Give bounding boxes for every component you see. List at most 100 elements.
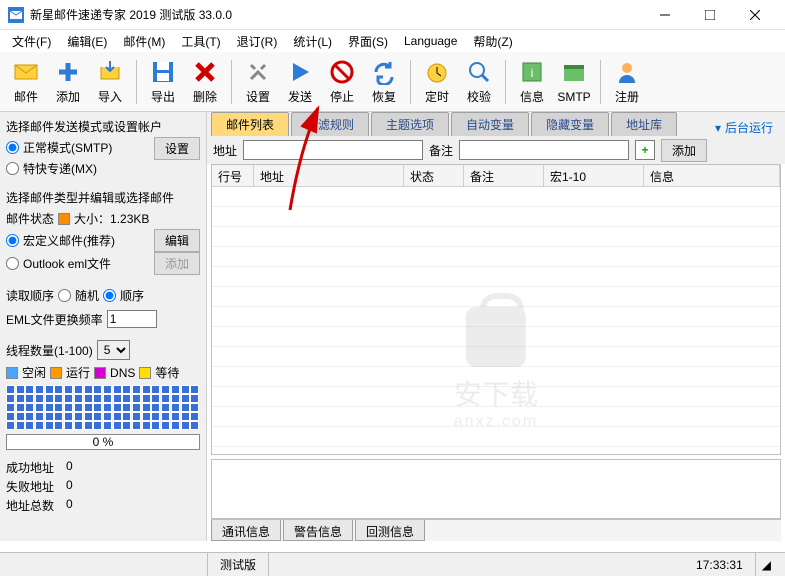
menu-lang[interactable]: Language [396,32,465,50]
log-tab-warn[interactable]: 警告信息 [283,520,353,541]
tool-add[interactable]: 添加 [48,55,88,109]
waiting-color [139,367,151,379]
radio-sequential[interactable] [103,289,116,302]
tool-export[interactable]: 导出 [143,55,183,109]
svg-text:i: i [531,66,534,80]
col-row[interactable]: 行号 [212,165,254,186]
tool-info[interactable]: i信息 [512,55,552,109]
add-address-button[interactable]: 添加 [661,139,707,162]
success-count: 0 [66,459,73,476]
menu-stat[interactable]: 统计(L) [285,31,340,52]
col-addr[interactable]: 地址 [254,165,404,186]
tool-verify[interactable]: 校验 [459,55,499,109]
delete-icon [191,58,219,86]
tab-hidden-var[interactable]: 隐藏变量 [531,112,609,136]
left-panel: 选择邮件发送模式或设置帐户 正常模式(SMTP) 特快专递(MX) 设置 选择邮… [0,112,207,541]
col-macro[interactable]: 宏1-10 [544,165,644,186]
log-tab-reply[interactable]: 回测信息 [355,520,425,541]
tab-subject[interactable]: 主题选项 [371,112,449,136]
status-time: 17:33:31 [684,553,756,576]
idle-color [6,367,18,379]
separator [505,60,506,104]
tab-auto-var[interactable]: 自动变量 [451,112,529,136]
menubar: 文件(F) 编辑(E) 邮件(M) 工具(T) 退订(R) 统计(L) 界面(S… [0,30,785,52]
window-title: 新星邮件速递专家 2019 测试版 33.0.0 [30,6,642,23]
toolbar: 邮件 添加 导入 导出 删除 设置 发送 停止 恢复 定时 校验 i信息 SMT… [0,52,785,112]
separator [136,60,137,104]
status-color-box [58,213,70,225]
separator [231,60,232,104]
main-area: 选择邮件发送模式或设置帐户 正常模式(SMTP) 特快专递(MX) 设置 选择邮… [0,112,785,541]
col-note[interactable]: 备注 [464,165,544,186]
settings-icon [244,58,272,86]
tool-settings[interactable]: 设置 [238,55,278,109]
edit-mail-button[interactable]: 编辑 [154,229,200,252]
background-run-link[interactable]: ▾后台运行 [707,119,781,136]
tool-register[interactable]: 注册 [607,55,647,109]
radio-macro-mail[interactable] [6,234,19,247]
add-inline-button[interactable]: + [635,140,655,160]
tab-mail-list[interactable]: 邮件列表 [211,112,289,136]
tabs-row: 邮件列表 过滤规则 主题选项 自动变量 隐藏变量 地址库 ▾后台运行 [207,112,785,136]
thread-count-select[interactable]: 5 [97,340,130,360]
col-info[interactable]: 信息 [644,165,780,186]
clock-icon [423,58,451,86]
mail-icon [12,58,40,86]
status-left [8,553,208,576]
total-count: 0 [66,497,73,514]
statusbar: 测试版 17:33:31 ◢ [0,552,785,576]
refresh-icon [370,58,398,86]
note-input[interactable] [459,140,629,160]
type-section-title: 选择邮件类型并编辑或选择邮件 [6,187,200,208]
resize-grip-icon[interactable]: ◢ [756,558,777,572]
tool-send[interactable]: 发送 [280,55,320,109]
radio-outlook-mail[interactable] [6,257,19,270]
menu-mail[interactable]: 邮件(M) [115,31,173,52]
radio-express-mode[interactable] [6,162,19,175]
table-body[interactable]: 安下载 anxz.com [212,187,780,454]
col-status[interactable]: 状态 [404,165,464,186]
tool-smtp[interactable]: SMTP [554,55,594,109]
user-icon [613,58,641,86]
tool-import[interactable]: 导入 [90,55,130,109]
progress-bar: 0 % [6,434,200,450]
minimize-button[interactable] [642,1,687,29]
menu-view[interactable]: 界面(S) [340,31,396,52]
tab-filter[interactable]: 过滤规则 [291,112,369,136]
save-icon [149,58,177,86]
menu-help[interactable]: 帮助(Z) [465,31,520,52]
address-input[interactable] [243,140,423,160]
running-color [50,367,62,379]
menu-edit[interactable]: 编辑(E) [59,31,115,52]
maximize-button[interactable] [687,1,732,29]
thread-grid [6,385,200,430]
play-icon [286,58,314,86]
tool-timer[interactable]: 定时 [417,55,457,109]
smtp-icon [560,60,588,88]
eml-freq-input[interactable] [107,310,157,328]
add-mail-button[interactable]: 添加 [154,252,200,275]
tool-delete[interactable]: 删除 [185,55,225,109]
tool-restore[interactable]: 恢复 [364,55,404,109]
status-version: 测试版 [208,553,269,576]
menu-unsub[interactable]: 退订(R) [229,31,286,52]
menu-tool[interactable]: 工具(T) [173,31,228,52]
dns-color [94,367,106,379]
log-tabs: 通讯信息 警告信息 回测信息 [211,519,781,541]
log-tab-comm[interactable]: 通讯信息 [211,520,281,541]
radio-normal-mode[interactable] [6,141,19,154]
tab-addr-db[interactable]: 地址库 [611,112,677,136]
search-icon [465,58,493,86]
separator [600,60,601,104]
radio-random[interactable] [58,289,71,302]
mode-section-title: 选择邮件发送模式或设置帐户 [6,116,200,137]
mode-settings-button[interactable]: 设置 [154,137,200,160]
info-icon: i [518,58,546,86]
log-area[interactable] [211,459,781,519]
tool-mail[interactable]: 邮件 [6,55,46,109]
close-button[interactable] [732,1,777,29]
tool-stop[interactable]: 停止 [322,55,362,109]
chevron-icon: ▾ [715,121,721,135]
menu-file[interactable]: 文件(F) [4,31,59,52]
plus-icon [54,58,82,86]
